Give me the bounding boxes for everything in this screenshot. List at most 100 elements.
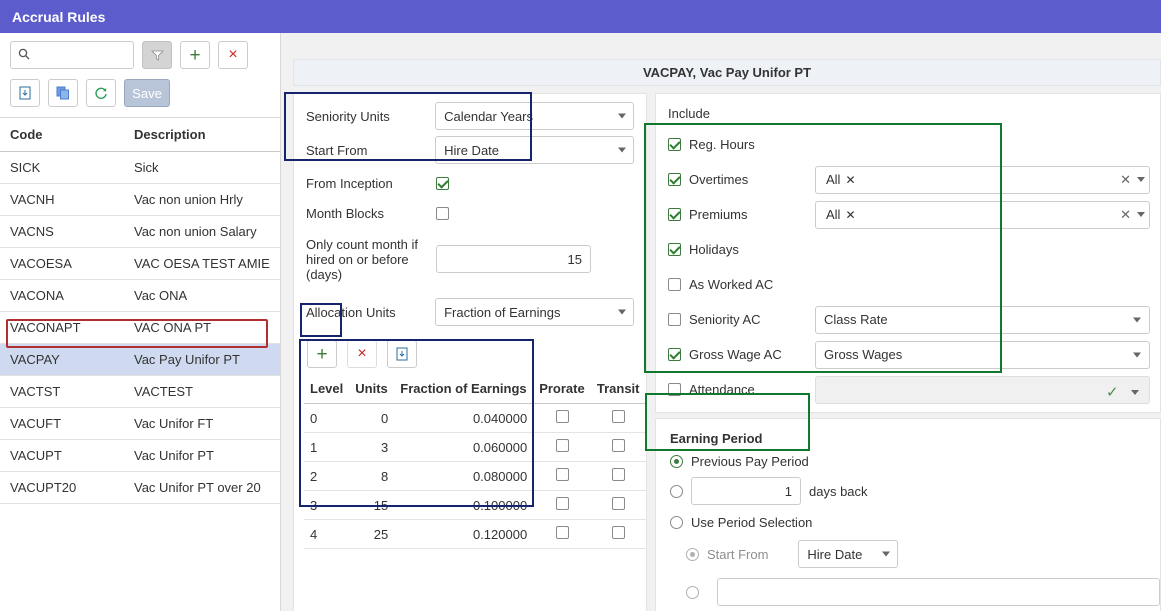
refresh-button[interactable] [86,79,116,107]
column-header-level: Level [304,374,350,404]
prorate-checkbox[interactable] [555,410,569,423]
premiums-tag[interactable]: All ✕ [822,206,860,223]
transit-checkbox[interactable] [611,410,625,423]
table-row[interactable]: VACUPT Vac Unifor PT [0,440,280,472]
table-row[interactable]: VACNS Vac non union Salary [0,216,280,248]
premiums-checkbox[interactable] [668,208,681,221]
export-levels-button[interactable] [387,340,417,368]
filter-button[interactable] [142,41,172,69]
table-row[interactable]: VACTST VACTEST [0,376,280,408]
use-period-selection-row[interactable]: Use Period Selection [656,515,1160,540]
close-icon[interactable]: ✕ [845,208,855,222]
cell-prorate [533,403,591,433]
chevron-down-icon[interactable] [1137,212,1145,217]
earning-blank-row[interactable] [656,578,1160,611]
table-row[interactable]: VACONA Vac ONA [0,280,280,312]
overtimes-checkbox[interactable] [668,173,681,186]
only-count-days-input[interactable] [436,245,591,273]
add-rule-button[interactable]: + [180,41,210,69]
attendance-checkbox[interactable] [668,383,681,396]
prorate-checkbox[interactable] [555,468,569,481]
gross-wage-ac-select[interactable]: Gross Wages [815,340,1150,369]
table-row-selected[interactable]: VACPAY Vac Pay Unifor PT [0,344,280,376]
table-row[interactable]: VACONAPT VAC ONA PT [0,312,280,344]
include-row-overtimes: Overtimes All ✕ ✕ [656,162,1160,197]
cell-code: VACNH [10,192,55,207]
overtimes-tag[interactable]: All ✕ [822,171,860,188]
allocation-units-select[interactable]: Fraction of Earnings [435,298,634,326]
month-blocks-checkbox[interactable] [436,206,449,220]
table-row[interactable]: 3 15 0.100000 [304,490,646,520]
copy-button[interactable] [48,79,78,107]
gross-wage-ac-checkbox[interactable] [668,348,681,361]
holidays-checkbox[interactable] [668,243,681,256]
accrual-rules-window: Accrual Rules + × Save Code Description … [0,0,1161,611]
left-panel: + × Save Code Description SICK Sick VACN… [0,33,281,611]
as-worked-ac-checkbox[interactable] [668,278,681,291]
column-header-code: Code [10,127,43,142]
left-toolbar-row-1: + × [0,33,280,69]
search-box[interactable] [10,41,134,69]
table-row[interactable]: 1 3 0.060000 [304,432,646,462]
export-button[interactable] [10,79,40,107]
prorate-checkbox[interactable] [555,497,569,510]
seniority-units-select[interactable]: Calendar Years [435,102,634,130]
previous-pay-period-radio[interactable] [670,455,683,468]
overtimes-tag-select[interactable]: All ✕ ✕ [815,165,1150,194]
table-row[interactable]: 0 0 0.040000 [304,403,646,433]
chevron-down-icon[interactable] [1133,317,1141,322]
table-row[interactable]: VACNH Vac non union Hrly [0,184,280,216]
table-row[interactable]: 2 8 0.080000 [304,461,646,491]
transit-checkbox[interactable] [611,526,625,539]
transit-checkbox[interactable] [611,439,625,452]
table-row[interactable]: VACUFT Vac Unifor FT [0,408,280,440]
seniority-ac-select[interactable]: Class Rate [815,305,1150,334]
transit-checkbox[interactable] [611,468,625,481]
chevron-down-icon [618,147,626,153]
days-back-row[interactable]: days back [656,477,1160,515]
seniority-units-label: Seniority Units [306,108,390,124]
close-icon[interactable]: ✕ [845,173,855,187]
cell-description: Vac Unifor PT [134,448,214,463]
prorate-checkbox[interactable] [555,439,569,452]
search-input[interactable] [37,43,129,67]
earning-blank-input[interactable] [717,578,1160,606]
cell-description: VAC OESA TEST AMIE [134,256,270,271]
premiums-tag-select[interactable]: All ✕ ✕ [815,200,1150,229]
table-row[interactable]: 4 25 0.120000 [304,519,646,549]
earning-start-from-radio[interactable] [686,547,699,561]
earning-blank-radio[interactable] [686,585,699,599]
earning-start-from-row[interactable]: Start From Hire Date [656,540,1160,578]
clear-icon[interactable]: ✕ [1120,207,1131,223]
table-row[interactable]: VACOESA VAC OESA TEST AMIE [0,248,280,280]
remove-level-button[interactable]: × [347,340,377,368]
cell-prorate [533,432,591,462]
add-level-button[interactable]: + [307,340,337,368]
reg-hours-checkbox[interactable] [668,138,681,151]
earning-start-from-select[interactable]: Hire Date [798,540,899,568]
from-inception-checkbox[interactable] [436,176,449,190]
attendance-select[interactable] [815,375,1150,404]
transit-checkbox[interactable] [611,497,625,510]
use-period-selection-radio[interactable] [670,516,683,529]
table-row[interactable]: SICK Sick [0,152,280,184]
seniority-ac-checkbox[interactable] [668,313,681,326]
delete-rule-button[interactable]: × [218,41,248,69]
start-from-select[interactable]: Hire Date [435,136,634,164]
days-back-input[interactable] [691,477,801,505]
chevron-down-icon[interactable] [1137,177,1145,182]
cell-description: Vac Pay Unifor PT [134,352,240,367]
prorate-checkbox[interactable] [555,526,569,539]
chevron-down-icon[interactable] [1133,352,1141,357]
column-header-transit: Transit [590,374,646,404]
check-icon[interactable]: ✓ [1106,383,1119,401]
clear-icon[interactable]: ✕ [1120,172,1131,188]
cell-prorate [533,461,591,491]
cell-description: Vac Unifor PT over 20 [134,480,261,495]
content-area: VACPAY, Vac Pay Unifor PT Seniority Unit… [281,33,1161,611]
table-row[interactable]: VACUPT20 Vac Unifor PT over 20 [0,472,280,504]
previous-pay-period-row[interactable]: Previous Pay Period [656,454,1160,477]
chevron-down-icon[interactable] [1130,389,1139,395]
days-back-radio[interactable] [670,484,683,498]
save-button[interactable]: Save [124,79,170,107]
